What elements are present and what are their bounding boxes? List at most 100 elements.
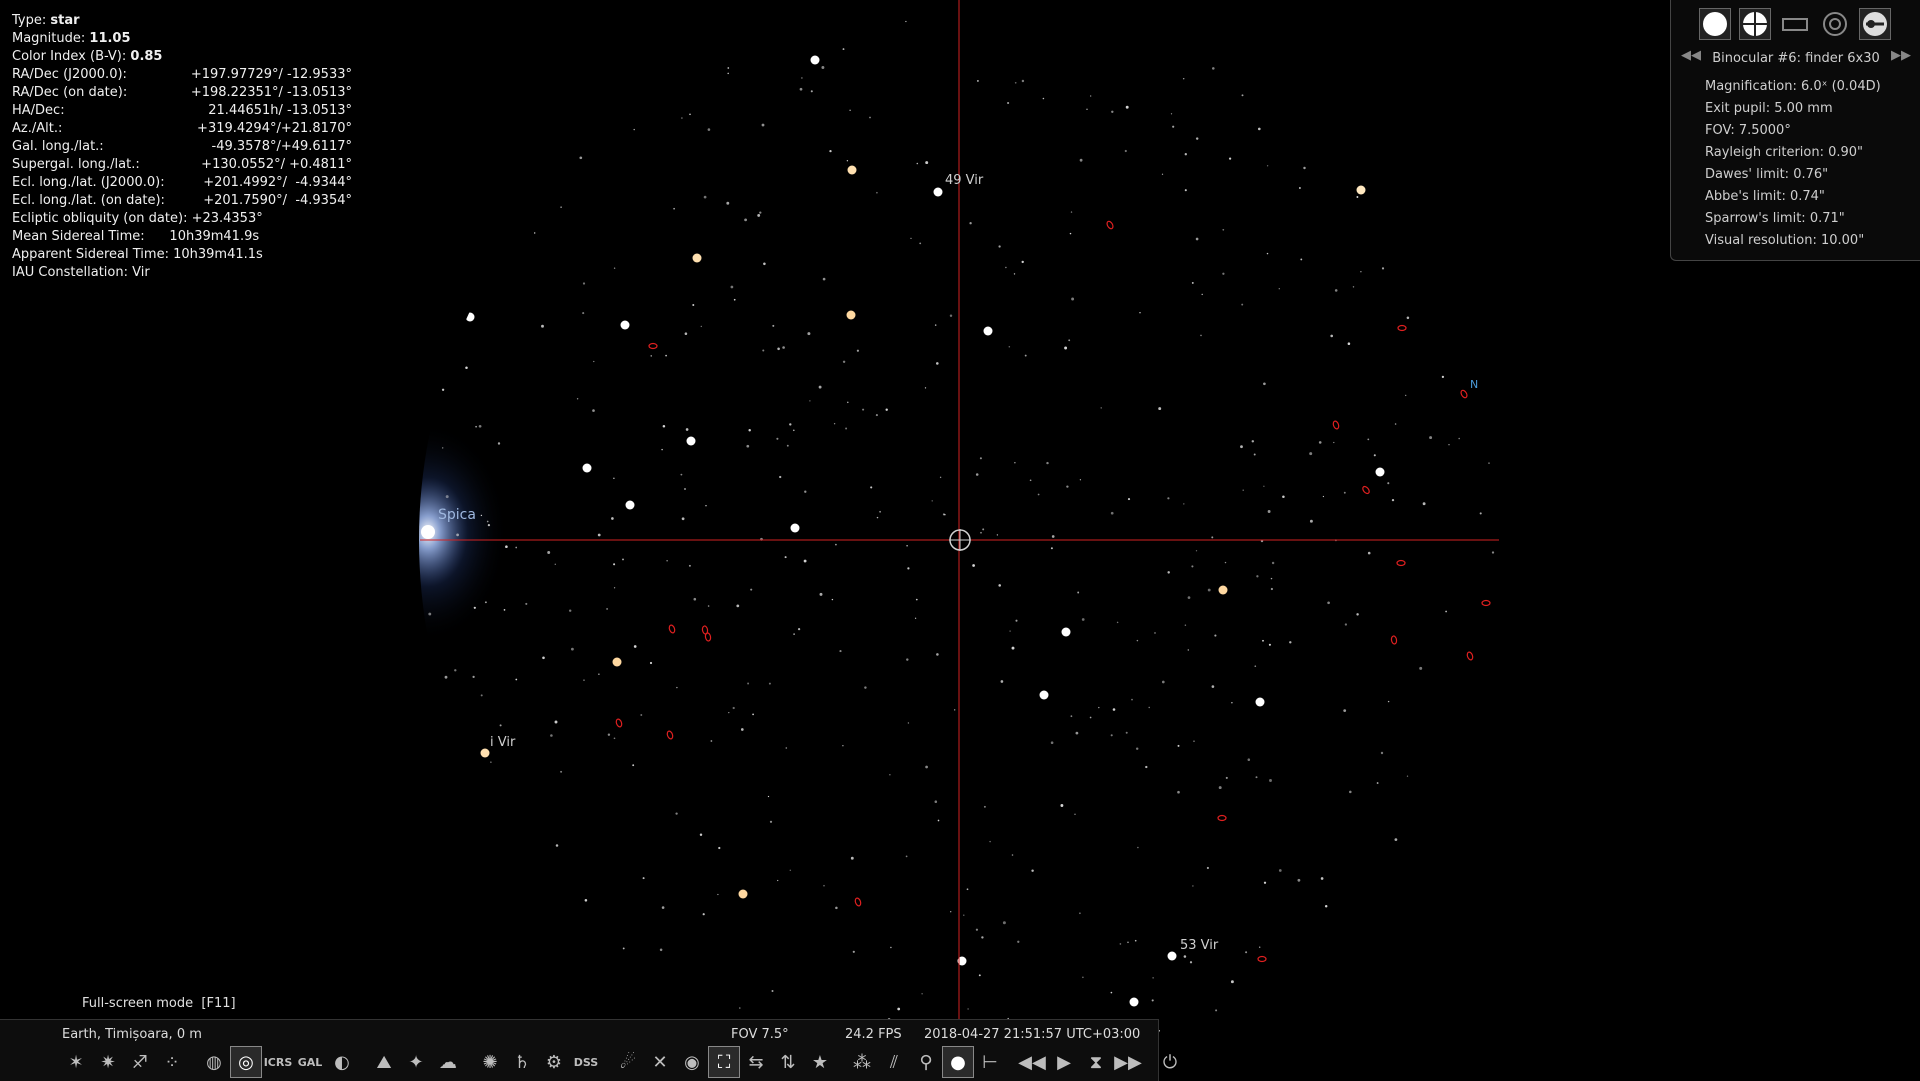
star[interactable] <box>777 347 780 351</box>
star[interactable] <box>921 993 923 995</box>
star[interactable] <box>1187 596 1191 599</box>
star[interactable] <box>503 609 506 611</box>
play-icon[interactable]: ▶ <box>1048 1046 1080 1078</box>
star[interactable] <box>1037 493 1040 496</box>
star[interactable] <box>850 856 854 860</box>
star[interactable] <box>1327 601 1330 605</box>
star[interactable] <box>1222 228 1225 231</box>
star[interactable] <box>1071 297 1075 301</box>
bright-star[interactable] <box>1255 697 1265 707</box>
star[interactable] <box>680 473 683 476</box>
star[interactable] <box>673 207 675 210</box>
star[interactable] <box>1177 744 1180 747</box>
constellation-boundaries-icon[interactable]: ⁘ <box>156 1046 188 1078</box>
star[interactable] <box>1134 939 1137 942</box>
star[interactable] <box>763 262 766 266</box>
star[interactable] <box>478 424 482 428</box>
star[interactable] <box>1029 479 1032 482</box>
star[interactable] <box>915 598 918 601</box>
star[interactable] <box>934 324 937 326</box>
star[interactable] <box>803 559 807 563</box>
star[interactable] <box>1215 1009 1218 1012</box>
star[interactable] <box>582 282 586 285</box>
star[interactable] <box>769 820 773 823</box>
star[interactable] <box>978 974 981 977</box>
star[interactable] <box>969 222 972 225</box>
star[interactable] <box>1074 813 1076 815</box>
star[interactable] <box>752 713 754 716</box>
star[interactable] <box>1391 498 1395 502</box>
star[interactable] <box>1060 804 1064 807</box>
star[interactable] <box>1270 577 1273 580</box>
star[interactable] <box>916 162 919 165</box>
nebula-marker[interactable] <box>615 718 623 728</box>
star[interactable] <box>1079 479 1082 481</box>
bright-star[interactable] <box>612 657 622 667</box>
next-arrow-icon[interactable]: ▶▶ <box>1891 48 1911 63</box>
star[interactable] <box>1228 157 1232 160</box>
star[interactable] <box>465 366 468 369</box>
star[interactable] <box>1131 698 1133 701</box>
star[interactable] <box>1214 634 1217 637</box>
star[interactable] <box>879 510 881 513</box>
star[interactable] <box>905 855 908 858</box>
star[interactable] <box>702 913 705 916</box>
nebulae-icon[interactable]: ✺ <box>474 1046 506 1078</box>
star[interactable] <box>842 745 844 747</box>
quit-icon[interactable]: ⏻ <box>1154 1046 1186 1078</box>
star[interactable] <box>1124 149 1127 153</box>
star[interactable] <box>1394 423 1397 425</box>
star[interactable] <box>975 928 979 931</box>
star[interactable] <box>1254 665 1257 668</box>
star[interactable] <box>1212 67 1215 70</box>
configure-icon[interactable] <box>1859 8 1891 40</box>
star[interactable] <box>819 592 823 596</box>
crosshair-icon[interactable] <box>1739 8 1771 40</box>
star[interactable] <box>525 602 528 605</box>
galactic-grid-icon[interactable]: GAL <box>294 1046 326 1078</box>
star[interactable] <box>1050 547 1053 550</box>
star[interactable] <box>1127 498 1131 501</box>
star[interactable] <box>1207 588 1211 592</box>
star[interactable] <box>1183 955 1187 958</box>
star[interactable] <box>592 409 595 412</box>
star[interactable] <box>1170 113 1173 115</box>
star[interactable] <box>1081 618 1085 621</box>
star[interactable] <box>799 87 803 91</box>
star[interactable] <box>718 846 721 850</box>
star[interactable] <box>1458 437 1461 440</box>
datetime-status[interactable]: 2018-04-27 21:51:57 UTC+03:00 <box>924 1027 1140 1042</box>
star[interactable] <box>611 517 614 520</box>
exoplanets-icon[interactable]: ⁂ <box>846 1046 878 1078</box>
star[interactable] <box>876 191 878 194</box>
star[interactable] <box>497 442 501 445</box>
star[interactable] <box>703 195 707 199</box>
star[interactable] <box>1241 94 1244 97</box>
star[interactable] <box>1387 482 1390 485</box>
star[interactable] <box>733 298 736 301</box>
atmosphere-icon[interactable]: ☁ <box>432 1046 464 1078</box>
star[interactable] <box>1191 565 1194 568</box>
star[interactable] <box>950 911 952 913</box>
bright-star[interactable] <box>692 253 702 263</box>
star[interactable] <box>1256 575 1259 578</box>
star[interactable] <box>786 444 789 447</box>
star[interactable] <box>937 819 940 822</box>
star[interactable] <box>1381 267 1385 270</box>
star[interactable] <box>480 514 483 517</box>
star[interactable] <box>966 888 969 891</box>
bright-star[interactable] <box>1167 951 1177 961</box>
star[interactable] <box>982 528 985 531</box>
star[interactable] <box>748 429 751 432</box>
star[interactable] <box>1263 382 1266 386</box>
nebula-marker[interactable] <box>1466 651 1474 661</box>
star[interactable] <box>1086 108 1088 110</box>
star[interactable] <box>1136 639 1139 642</box>
star[interactable] <box>797 627 801 631</box>
star[interactable] <box>1269 779 1272 782</box>
star[interactable] <box>972 564 975 567</box>
star[interactable] <box>1445 610 1447 613</box>
constellation-art-icon[interactable]: ♐ <box>124 1046 156 1078</box>
star[interactable] <box>889 774 891 776</box>
star[interactable] <box>906 545 908 547</box>
